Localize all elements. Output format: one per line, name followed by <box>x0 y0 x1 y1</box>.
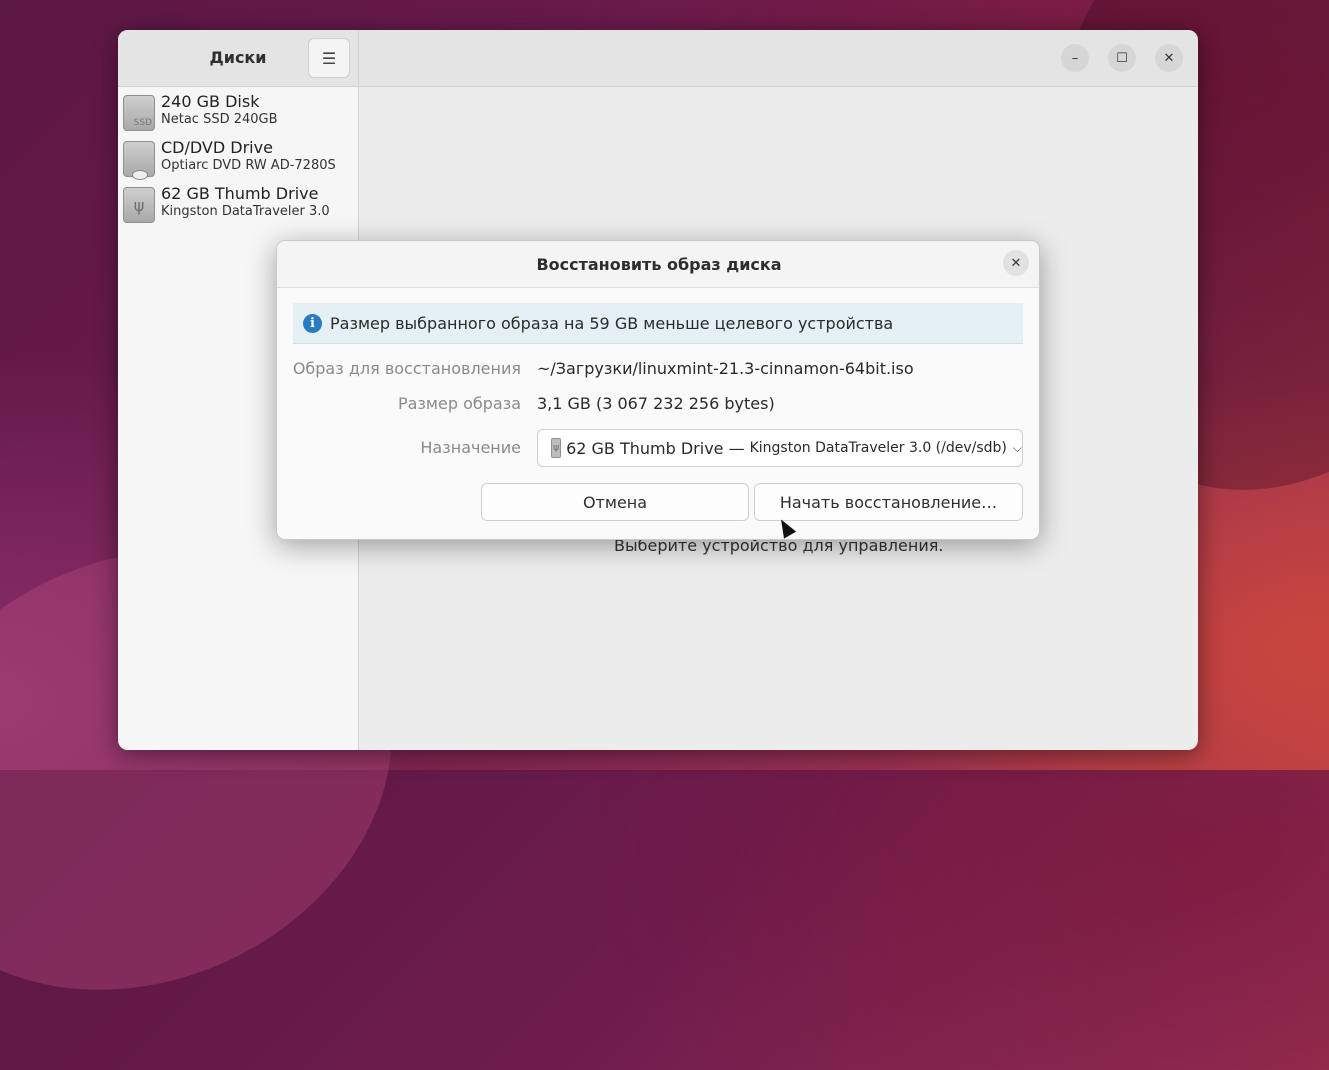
close-button[interactable]: ✕ <box>1155 44 1183 72</box>
drive-name: CD/DVD Drive <box>161 138 273 157</box>
drive-item-dvd[interactable]: CD/DVD Drive Optiarc DVD RW AD-7280S <box>118 136 358 182</box>
close-icon: ✕ <box>1010 255 1022 271</box>
chevron-down-icon: ⌵ <box>1012 440 1022 455</box>
drive-model: Optiarc DVD RW AD-7280S <box>161 158 336 173</box>
start-restore-button[interactable]: Начать восстановление… <box>754 483 1023 521</box>
usb-icon: ψ <box>123 187 155 223</box>
drive-model: Kingston DataTraveler 3.0 <box>161 204 330 219</box>
destination-label: Назначение <box>420 438 521 457</box>
sidebar-header: Диски ☰ <box>118 30 358 87</box>
usb-icon: ψ <box>551 438 562 458</box>
info-message: Размер выбранного образа на 59 GB меньше… <box>330 313 894 333</box>
drive-list: SSD 240 GB Disk Netac SSD 240GB CD/DVD D… <box>118 90 358 228</box>
image-size: 3,1 GB (3 067 232 256 bytes) <box>537 394 775 413</box>
image-path: ~/Загрузки/linuxmint-21.3-cinnamon-64bit… <box>537 359 914 378</box>
destination-name: 62 GB Thumb Drive — <box>566 438 745 458</box>
maximize-icon: ☐ <box>1116 50 1128 66</box>
ssd-icon: SSD <box>123 95 155 131</box>
dialog-title: Восстановить образ диска <box>536 255 782 274</box>
restore-disk-image-dialog: Восстановить образ диска ✕ i Размер выбр… <box>276 240 1040 540</box>
close-icon: ✕ <box>1163 50 1175 66</box>
minimize-icon: – <box>1071 50 1079 66</box>
menu-button[interactable]: ☰ <box>308 38 350 78</box>
size-label: Размер образа <box>397 394 521 413</box>
destination-detail: Kingston DataTraveler 3.0 (/dev/sdb) <box>749 440 1007 456</box>
drive-item-usb[interactable]: ψ 62 GB Thumb Drive Kingston DataTravele… <box>118 182 358 228</box>
info-bar: i Размер выбранного образа на 59 GB мень… <box>293 303 1023 344</box>
minimize-button[interactable]: – <box>1061 44 1089 72</box>
drive-name: 62 GB Thumb Drive <box>161 184 319 203</box>
destination-select[interactable]: ψ 62 GB Thumb Drive — Kingston DataTrave… <box>537 429 1023 467</box>
maximize-button[interactable]: ☐ <box>1108 44 1136 72</box>
dialog-close-button[interactable]: ✕ <box>1003 250 1029 276</box>
drive-model: Netac SSD 240GB <box>161 112 278 127</box>
info-icon: i <box>303 313 322 333</box>
content-header: – ☐ ✕ <box>359 30 1198 87</box>
drive-name: 240 GB Disk <box>161 92 260 111</box>
image-label: Образ для восстановления <box>292 359 521 378</box>
dialog-header: Восстановить образ диска ✕ <box>277 241 1039 288</box>
dvd-icon <box>123 141 155 180</box>
drive-item-ssd[interactable]: SSD 240 GB Disk Netac SSD 240GB <box>118 90 358 136</box>
hamburger-icon: ☰ <box>321 48 337 68</box>
cancel-button[interactable]: Отмена <box>481 483 749 521</box>
